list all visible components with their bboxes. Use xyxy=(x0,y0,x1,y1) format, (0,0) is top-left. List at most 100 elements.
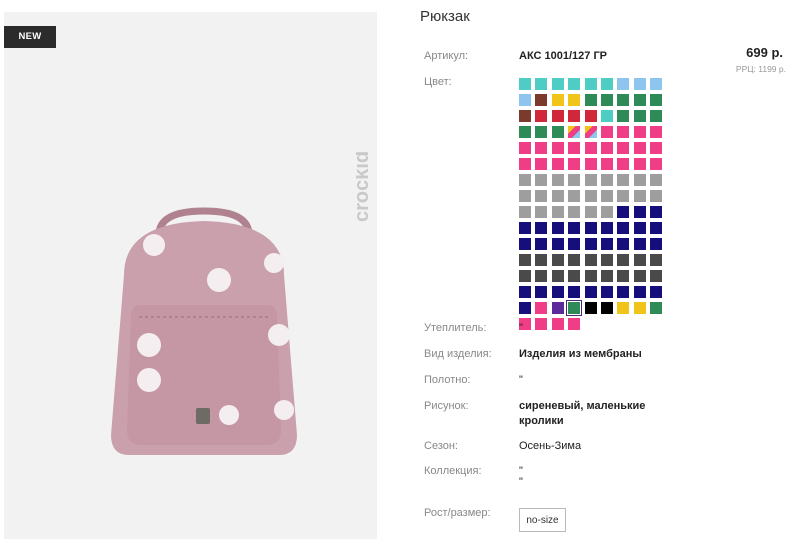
color-swatch-multi[interactable] xyxy=(584,126,597,138)
color-swatch-yellow[interactable] xyxy=(633,302,646,314)
color-swatch-pink[interactable] xyxy=(551,142,564,154)
color-swatch-pink[interactable] xyxy=(600,126,613,138)
color-swatch-pink[interactable] xyxy=(600,142,613,154)
color-swatch-navy[interactable] xyxy=(568,222,581,234)
color-swatch-gray[interactable] xyxy=(600,190,613,202)
color-swatch-pink[interactable] xyxy=(650,158,663,170)
color-swatch-gray[interactable] xyxy=(633,190,646,202)
color-swatch-gray[interactable] xyxy=(535,206,548,218)
color-swatch-navy[interactable] xyxy=(551,286,564,298)
color-swatch-pink[interactable] xyxy=(633,158,646,170)
color-swatch-turquoise[interactable] xyxy=(584,78,597,90)
color-swatch-gray[interactable] xyxy=(568,206,581,218)
color-swatch-red[interactable] xyxy=(535,110,548,122)
color-swatch-darkgray[interactable] xyxy=(519,254,531,266)
color-swatch-gray[interactable] xyxy=(584,206,597,218)
color-swatch-gray[interactable] xyxy=(519,190,531,202)
color-swatch-pink[interactable] xyxy=(568,142,581,154)
color-swatch-pink[interactable] xyxy=(617,158,630,170)
color-swatch-gray[interactable] xyxy=(535,174,548,186)
color-swatch-navy[interactable] xyxy=(584,238,597,250)
color-swatch-navy[interactable] xyxy=(633,238,646,250)
color-swatch-green[interactable] xyxy=(633,110,646,122)
color-swatch-navy[interactable] xyxy=(551,222,564,234)
color-swatch-pink[interactable] xyxy=(551,318,564,330)
color-swatch-pink[interactable] xyxy=(600,158,613,170)
color-swatch-green[interactable] xyxy=(617,110,630,122)
color-swatch-multi[interactable] xyxy=(568,126,581,138)
color-swatch-darkgray[interactable] xyxy=(600,254,613,266)
color-swatch-turquoise[interactable] xyxy=(600,110,613,122)
color-swatch-gray[interactable] xyxy=(535,190,548,202)
color-swatch-navy[interactable] xyxy=(600,222,613,234)
color-swatch-darkgray[interactable] xyxy=(568,270,581,282)
color-swatch-navy[interactable] xyxy=(600,238,613,250)
color-swatch-gray[interactable] xyxy=(551,206,564,218)
color-swatch-darkgray[interactable] xyxy=(568,254,581,266)
color-swatch-navy[interactable] xyxy=(519,238,531,250)
color-swatch-gray[interactable] xyxy=(551,190,564,202)
color-swatch-gray[interactable] xyxy=(617,174,630,186)
color-swatch-navy[interactable] xyxy=(617,222,630,234)
color-swatch-navy[interactable] xyxy=(584,222,597,234)
color-swatch-pink[interactable] xyxy=(519,158,531,170)
color-swatch-lightblue[interactable] xyxy=(617,78,630,90)
color-swatch-darkgray[interactable] xyxy=(535,254,548,266)
color-swatch-gray[interactable] xyxy=(584,174,597,186)
color-swatch-navy[interactable] xyxy=(535,286,548,298)
color-swatch-gray[interactable] xyxy=(519,174,531,186)
color-swatch-green[interactable] xyxy=(650,302,663,314)
color-swatch-darkgray[interactable] xyxy=(617,270,630,282)
color-swatch-turquoise[interactable] xyxy=(600,78,613,90)
color-swatch-navy[interactable] xyxy=(519,286,531,298)
color-swatch-pink[interactable] xyxy=(633,142,646,154)
color-swatch-navy[interactable] xyxy=(568,238,581,250)
color-swatch-navy[interactable] xyxy=(650,222,663,234)
color-swatch-gray[interactable] xyxy=(617,190,630,202)
color-swatch-green[interactable] xyxy=(633,94,646,106)
color-swatch-pink[interactable] xyxy=(568,318,581,330)
color-swatch-green[interactable] xyxy=(650,94,663,106)
color-swatch-purple[interactable] xyxy=(551,302,564,314)
color-swatch-gray[interactable] xyxy=(633,174,646,186)
color-swatch-pink[interactable] xyxy=(519,142,531,154)
color-swatch-brown[interactable] xyxy=(519,110,531,122)
color-swatch-green[interactable] xyxy=(617,94,630,106)
color-swatch-navy[interactable] xyxy=(568,286,581,298)
color-swatch-black[interactable] xyxy=(584,302,597,314)
color-swatch-darkgray[interactable] xyxy=(551,254,564,266)
color-swatch-pink[interactable] xyxy=(633,126,646,138)
color-swatch-navy[interactable] xyxy=(650,238,663,250)
size-option-button[interactable]: no-size xyxy=(519,508,566,532)
color-swatch-green[interactable] xyxy=(519,126,531,138)
color-swatch-darkgray[interactable] xyxy=(519,270,531,282)
color-swatch-yellow[interactable] xyxy=(617,302,630,314)
color-swatch-brown[interactable] xyxy=(535,94,548,106)
color-swatch-darkgray[interactable] xyxy=(600,270,613,282)
color-swatch-gray[interactable] xyxy=(584,190,597,202)
product-photo[interactable]: NEW crockid xyxy=(4,12,377,539)
color-swatch-pink[interactable] xyxy=(535,142,548,154)
color-swatch-black[interactable] xyxy=(600,302,613,314)
color-swatch-gray[interactable] xyxy=(568,190,581,202)
color-swatch-darkgray[interactable] xyxy=(650,254,663,266)
color-swatch-turquoise[interactable] xyxy=(568,78,581,90)
color-swatch-darkgray[interactable] xyxy=(617,254,630,266)
color-swatch-navy[interactable] xyxy=(519,222,531,234)
color-swatch-gray[interactable] xyxy=(568,174,581,186)
color-swatch-navy[interactable] xyxy=(535,222,548,234)
color-swatch-turquoise[interactable] xyxy=(551,78,564,90)
color-swatch-red[interactable] xyxy=(551,110,564,122)
color-swatch-green[interactable] xyxy=(551,126,564,138)
color-swatch-gray[interactable] xyxy=(600,206,613,218)
color-swatch-darkgray[interactable] xyxy=(551,270,564,282)
color-swatch-darkgray[interactable] xyxy=(633,254,646,266)
color-swatch-pink[interactable] xyxy=(535,318,548,330)
color-swatch-navy[interactable] xyxy=(633,222,646,234)
color-swatch-green[interactable] xyxy=(600,94,613,106)
color-swatch-navy[interactable] xyxy=(617,238,630,250)
color-swatch-green[interactable] xyxy=(584,94,597,106)
color-swatch-green[interactable] xyxy=(650,110,663,122)
color-swatch-navy[interactable] xyxy=(633,206,646,218)
color-swatch-gray[interactable] xyxy=(551,174,564,186)
